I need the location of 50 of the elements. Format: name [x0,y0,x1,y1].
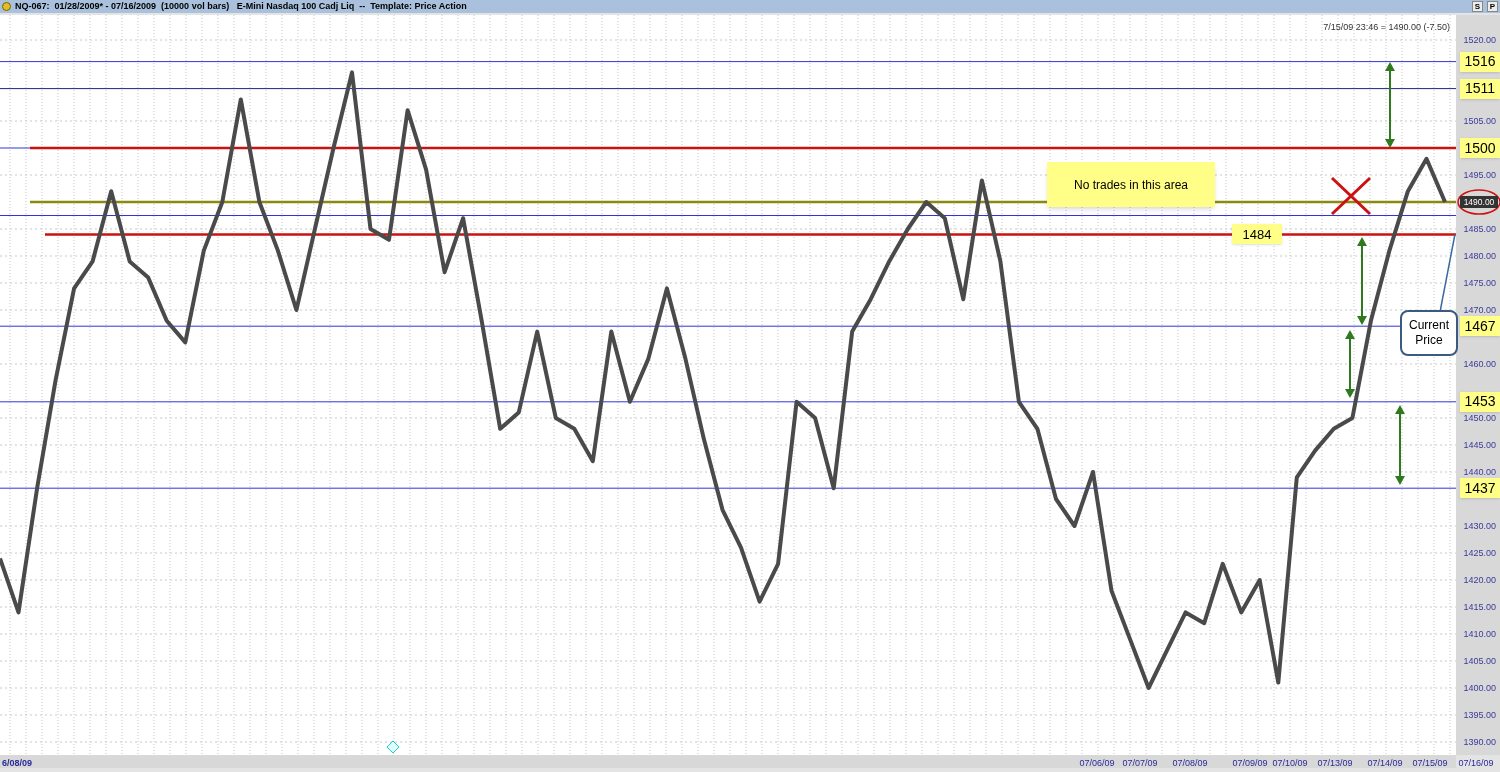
axis-label: 1390.00 [1463,737,1496,747]
cross-mark-icon [1330,176,1372,216]
double-arrow-icon [1385,62,1395,148]
axis-label: 1495.00 [1463,170,1496,180]
axis-label: 1480.00 [1463,251,1496,261]
axis-label: 07/06/09 [1079,758,1115,768]
axis-label: 1425.00 [1463,548,1496,558]
axis-label: 1395.00 [1463,710,1496,720]
price-readout: 7/15/09 23:46 = 1490.00 (-7.50) [1323,22,1450,32]
axis-label: 1520.00 [1463,35,1496,45]
axis-label: 07/15/09 [1412,758,1448,768]
level-label: 1516 [1460,51,1500,72]
double-arrow-icon [1395,405,1405,485]
axis-label: 1400.00 [1463,683,1496,693]
axis-label: 07/10/09 [1272,758,1308,768]
axis-label: 07/13/09 [1317,758,1353,768]
window-button[interactable]: S [1472,1,1483,12]
axis-label: 1430.00 [1463,521,1496,531]
axis-label: 07/08/09 [1172,758,1208,768]
axis-label: 1460.00 [1463,359,1496,369]
level-label: 1511 [1460,78,1500,99]
axis-label: 1415.00 [1463,602,1496,612]
double-arrow-icon [1357,237,1367,325]
axis-label: 07/14/09 [1367,758,1403,768]
level-label: 1453 [1460,391,1500,412]
axis-label: 07/16/09 [1458,758,1494,768]
axis-label: 1420.00 [1463,575,1496,585]
level-label: 1467 [1460,316,1500,337]
window-button[interactable]: P [1487,1,1498,12]
axis-label: 1450.00 [1463,413,1496,423]
note-box: No trades in this area [1047,162,1215,207]
axis-label: 1405.00 [1463,656,1496,666]
axis-label: 1440.00 [1463,467,1496,477]
axis-label: 1505.00 [1463,116,1496,126]
axis-label: 07/07/09 [1122,758,1158,768]
level-label: 1500 [1460,138,1500,158]
last-price-tag: 1490.00 [1460,196,1498,208]
level-label: 1437 [1460,478,1500,499]
axis-label: 1475.00 [1463,278,1496,288]
app-icon [2,2,11,11]
callout-box: Current Price [1400,310,1458,356]
axis-label: 07/09/09 [1232,758,1268,768]
axis-label: 6/08/09 [2,758,33,768]
window-title: NQ-067: 01/28/2009* - 07/16/2009 (10000 vol bars) E-Mini Nasdaq 100 Cadj Liq -- Template: Price Action [15,2,468,11]
level-label: 1484 [1232,224,1282,245]
axis-label: 1485.00 [1463,224,1496,234]
axis-label: 1410.00 [1463,629,1496,639]
axis-label: 1445.00 [1463,440,1496,450]
axis-label: 1470.00 [1463,305,1496,315]
double-arrow-icon [1345,330,1355,398]
